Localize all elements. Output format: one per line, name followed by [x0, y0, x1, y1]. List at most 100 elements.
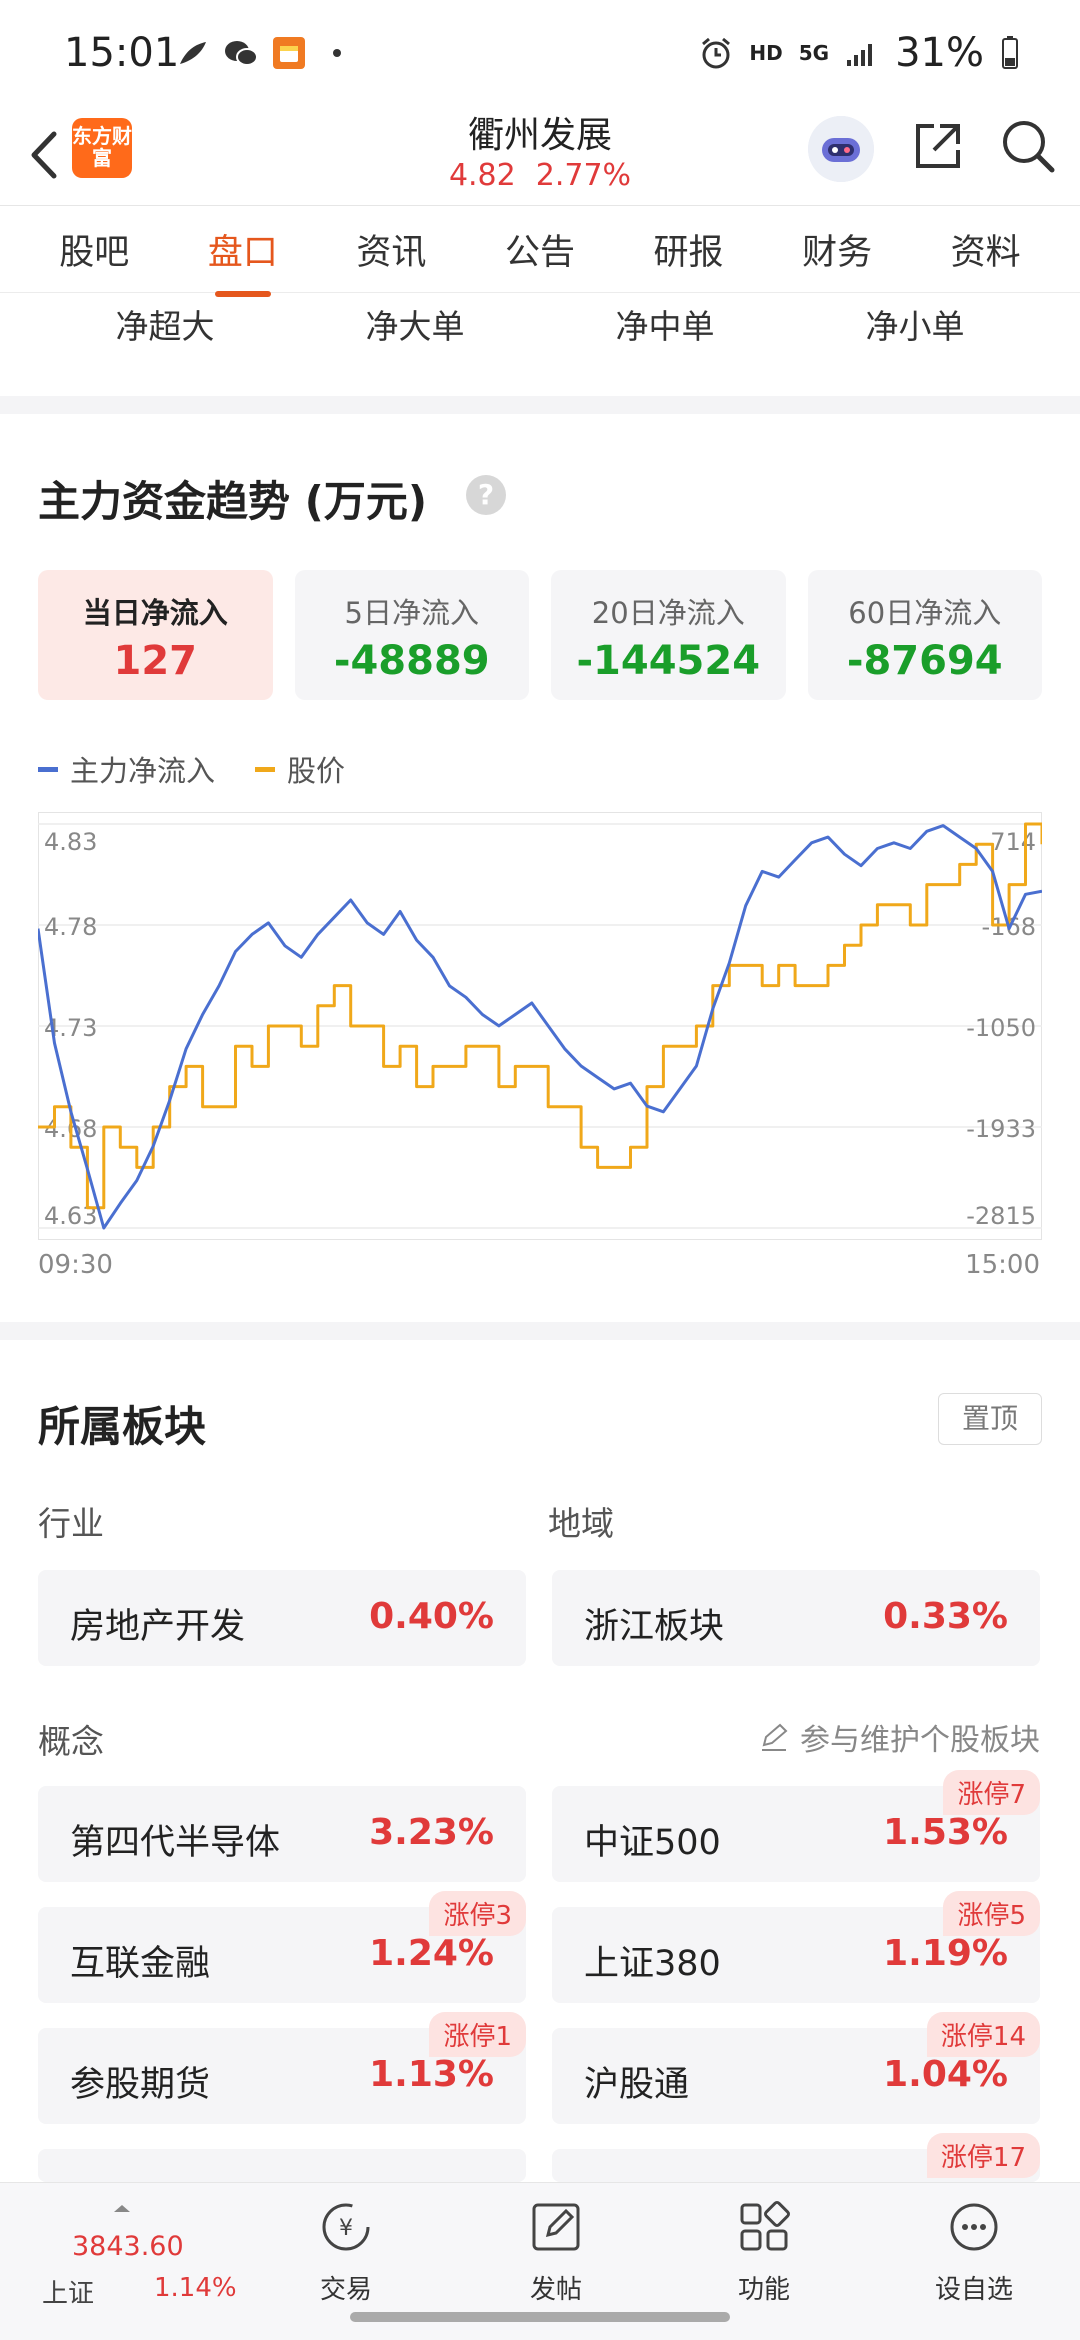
concept-card[interactable]: 涨停17 — [552, 2133, 1040, 2182]
robot-avatar-icon[interactable] — [808, 116, 874, 182]
grid-icon — [740, 2201, 790, 2251]
signal-icon — [847, 44, 873, 66]
sector-pct: 3.23% — [369, 1812, 494, 1853]
sector-pct: 0.33% — [883, 1596, 1008, 1637]
sector-card-industry[interactable]: 房地产开发 0.40% — [38, 1570, 526, 1666]
flow-card-today[interactable]: 当日净流入 127 — [38, 570, 273, 700]
limit-up-badge: 涨停17 — [926, 2133, 1040, 2178]
status-icons-left — [176, 36, 354, 70]
fund-trend-chart[interactable]: 4.83 714 4.78 -168 4.73 -1050 4.68 -1933 4.63 -28… — [36, 812, 1044, 1240]
legend-label: 主力净流入 — [70, 754, 216, 788]
concept-card[interactable]: 涨停7 中证500 1.53% — [552, 1770, 1040, 1882]
fund-trend-title: 主力资金趋势 (万元) — [38, 477, 428, 526]
flow-card-5d[interactable]: 5日净流入 -48889 — [294, 570, 529, 700]
y-tick-label-flow: -1933 — [966, 1115, 1036, 1143]
chart-time-start: 09:30 — [38, 1250, 113, 1280]
red-envelope-icon — [273, 37, 305, 69]
legend-label: 股价 — [287, 754, 346, 788]
y-tick-label-flow: 714 — [990, 828, 1036, 856]
flow-label: 当日净流入 — [82, 596, 228, 630]
concept-card[interactable]: 第四代半导体 3.23% — [38, 1786, 526, 1882]
flow-value: -48889 — [333, 638, 490, 684]
sub-tab-large[interactable]: 净大单 — [366, 300, 465, 362]
tab-guba[interactable]: 股吧 — [51, 224, 137, 275]
back-icon[interactable] — [20, 120, 70, 190]
sector-name: 互联金融 — [70, 1944, 211, 1984]
flow-label: 5日净流入 — [344, 596, 479, 630]
sector-pct: 1.13% — [369, 2054, 494, 2095]
net-flow-cards: 当日净流入 127 5日净流入 -48889 20日净流入 -144524 60… — [38, 570, 1042, 700]
nav-add-watchlist[interactable]: 设自选 — [914, 2197, 1034, 2307]
limit-up-badge: 涨停14 — [926, 2012, 1040, 2057]
status-icons-right: HD 5G 31% — [699, 30, 1020, 76]
dot-icon — [333, 49, 341, 57]
status-bar: 15:01 HD 5G 31% — [0, 0, 1080, 110]
nav-trade[interactable]: ¥ 交易 — [286, 2197, 406, 2307]
maintain-sectors-link[interactable]: 参与维护个股板块 — [758, 1715, 1040, 1759]
concept-label: 概念 — [38, 1722, 104, 1761]
flow-card-60d[interactable]: 60日净流入 -87694 — [807, 570, 1042, 700]
wechat-icon — [225, 41, 258, 66]
stock-tabs: 股吧 盘口 资讯 公告 研报 财务 资料 — [0, 205, 1080, 297]
sub-tab-small[interactable]: 净小单 — [866, 300, 965, 362]
svg-text:¥: ¥ — [339, 2216, 353, 2241]
caret-up-icon — [114, 2205, 130, 2212]
sector-name: 上证380 — [584, 1944, 721, 1984]
sub-tab-medium[interactable]: 净中单 — [616, 300, 715, 362]
nav-functions[interactable]: 功能 — [704, 2197, 824, 2307]
industry-label: 行业 — [38, 1504, 104, 1543]
sector-card-region[interactable]: 浙江板块 0.33% — [552, 1570, 1040, 1666]
compose-icon — [532, 2203, 580, 2251]
chart-legend: 主力净流入 股价 — [38, 748, 345, 790]
flow-card-20d[interactable]: 20日净流入 -144524 — [551, 570, 786, 700]
pin-to-top-button[interactable]: 置顶 — [938, 1393, 1042, 1445]
tab-research[interactable]: 研报 — [646, 224, 732, 275]
concept-card[interactable]: 涨停14 沪股通 1.04% — [552, 2012, 1040, 2124]
share-icon[interactable] — [910, 118, 966, 174]
limit-up-badge: 涨停7 — [943, 1770, 1040, 1815]
y-tick-label-price: 4.78 — [44, 913, 97, 941]
index-name: 上证 — [42, 2279, 95, 2309]
sector-name: 沪股通 — [584, 2065, 690, 2105]
index-value: 3843.60 — [72, 2231, 184, 2262]
sector-name: 房地产开发 — [70, 1607, 246, 1647]
tab-finance[interactable]: 财务 — [794, 224, 880, 275]
sub-tab-super-large[interactable]: 净超大 — [116, 300, 215, 362]
legend-swatch — [38, 766, 58, 772]
status-time: 15:01 — [64, 30, 180, 76]
index-widget[interactable]: 3843.60 上证 1.14% — [30, 2203, 250, 2313]
tab-pankou[interactable]: 盘口 — [200, 224, 286, 297]
fund-trend-chart-svg: 4.83 7144.78 -1684.73 -10504.68 -19334.63 -28… — [36, 812, 1044, 1240]
concept-card[interactable]: 涨停3 互联金融 1.24% — [38, 1891, 526, 2003]
concept-card[interactable]: 涨停5 上证380 1.19% — [552, 1891, 1040, 2003]
search-icon[interactable] — [998, 116, 1058, 176]
y-tick-label-flow: -2815 — [966, 1202, 1036, 1230]
help-icon[interactable]: ? — [466, 475, 506, 515]
home-indicator[interactable] — [350, 2312, 730, 2322]
legend-item-flow: 主力净流入 — [38, 748, 215, 790]
stock-name: 衢州发展 — [467, 115, 612, 156]
nav-label: 发帖 — [529, 2275, 582, 2305]
concept-card[interactable]: 涨停1 参股期货 1.13% — [38, 2012, 526, 2124]
app-logo[interactable]: 东方财富 — [72, 118, 132, 178]
sector-name: 参股期货 — [70, 2065, 211, 2105]
y-tick-label-price: 4.83 — [44, 828, 97, 856]
concept-card[interactable] — [38, 2149, 526, 2182]
nav-compose[interactable]: 发帖 — [496, 2197, 616, 2307]
maintain-sectors-label: 参与维护个股板块 — [800, 1723, 1040, 1758]
sector-name: 中证500 — [584, 1823, 721, 1863]
flow-label: 60日净流入 — [848, 596, 1002, 630]
network-hd-label: HD — [749, 41, 783, 65]
battery-percent: 31% — [895, 30, 984, 76]
flow-label: 20日净流入 — [591, 596, 745, 630]
more-icon — [950, 2203, 998, 2251]
limit-up-badge: 涨停1 — [429, 2012, 526, 2057]
tab-news[interactable]: 资讯 — [348, 224, 434, 275]
section-divider — [0, 396, 1080, 414]
section-divider — [0, 1322, 1080, 1340]
tab-profile[interactable]: 资料 — [943, 224, 1029, 275]
sector-name: 浙江板块 — [584, 1607, 725, 1647]
sector-pct: 0.40% — [369, 1596, 494, 1637]
y-tick-label-price: 4.63 — [44, 1202, 97, 1230]
tab-announcements[interactable]: 公告 — [497, 224, 583, 275]
